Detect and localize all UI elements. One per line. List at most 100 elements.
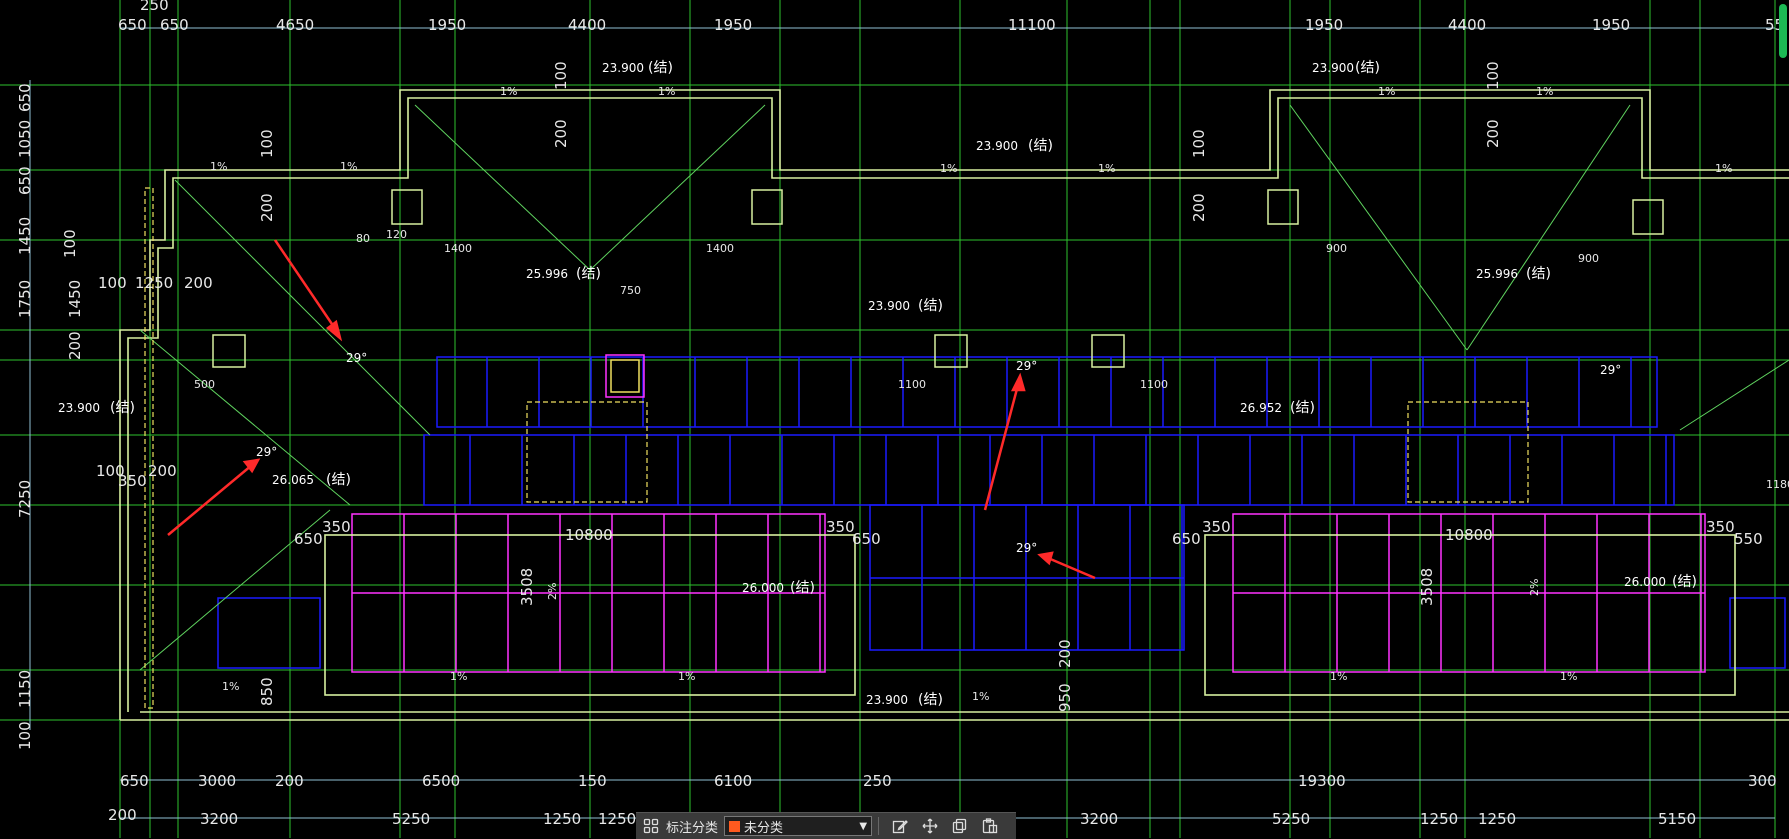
slope-4: 1% bbox=[340, 160, 357, 173]
level-3: 23.900 bbox=[976, 139, 1018, 153]
annotation-category-label: 标注分类 bbox=[666, 820, 719, 836]
dim-200-a: 200 bbox=[184, 274, 213, 292]
level-struct-6: (结) bbox=[1526, 266, 1551, 282]
dim-650-b: 650 bbox=[852, 530, 881, 548]
dim-b2-6: 5250 bbox=[1272, 810, 1310, 828]
vertical-scrollbar[interactable] bbox=[1779, 4, 1787, 58]
dim-1100-b: 1100 bbox=[1140, 378, 1168, 391]
dim-top-0: 650 bbox=[118, 16, 147, 34]
dim-200-d: 200 bbox=[258, 193, 276, 222]
dim-1250: 1250 bbox=[135, 274, 173, 292]
dim-1400-a: 1400 bbox=[444, 242, 472, 255]
dim-950: 950 bbox=[1056, 683, 1074, 712]
dim-top-7: 1950 bbox=[1305, 16, 1343, 34]
level-struct-7: (结) bbox=[110, 400, 135, 416]
slope-3: 1% bbox=[210, 160, 227, 173]
dim-120-a: 120 bbox=[386, 228, 407, 241]
slope-12: 1% bbox=[222, 680, 239, 693]
dim-top-2: 4650 bbox=[276, 16, 314, 34]
slope-2: 1% bbox=[658, 85, 675, 98]
dim-200-e: 200 bbox=[552, 119, 570, 148]
dim-900-b: 900 bbox=[1578, 252, 1599, 265]
dim-350-a: 350 bbox=[118, 472, 147, 490]
annotation-category-value: 未分类 bbox=[744, 820, 784, 836]
level-struct-1: (结) bbox=[648, 60, 673, 76]
dim-1400-b: 1400 bbox=[706, 242, 734, 255]
dim-b2-0: 200 bbox=[108, 806, 137, 824]
slope-13: 1% bbox=[972, 690, 989, 703]
move-icon[interactable] bbox=[919, 815, 941, 837]
edit-icon[interactable] bbox=[889, 815, 911, 837]
pitch-2: 29° bbox=[256, 445, 277, 459]
toolbar-divider bbox=[878, 817, 880, 835]
blue-panels bbox=[217, 356, 1786, 669]
level-2: 23.900 bbox=[1312, 61, 1354, 75]
slope-2pct-1: 2% bbox=[546, 583, 559, 600]
dim-left-10: 100 bbox=[16, 721, 34, 750]
dim-left-0: 650 bbox=[16, 83, 34, 112]
dim-left-4: 1750 bbox=[16, 280, 34, 318]
dim-10800-left: 10800 bbox=[565, 526, 613, 544]
pitch-4: 29° bbox=[1016, 541, 1037, 555]
slope-15: 1% bbox=[1560, 670, 1577, 683]
dim-top-6: 11100 bbox=[1008, 16, 1056, 34]
level-8: 26.065 bbox=[272, 473, 314, 487]
dim-200-f: 200 bbox=[1190, 193, 1208, 222]
dim-350-c: 350 bbox=[826, 518, 855, 536]
level-struct-12: (结) bbox=[918, 692, 943, 708]
dim-100-c: 100 bbox=[258, 129, 276, 158]
chevron-down-icon: ▼ bbox=[859, 820, 868, 832]
dim-900-a: 900 bbox=[1326, 242, 1347, 255]
copy-icon[interactable] bbox=[949, 815, 971, 837]
level-7: 23.900 bbox=[58, 401, 100, 415]
dim-b2-8: 1250 bbox=[1478, 810, 1516, 828]
level-struct-5: (结) bbox=[918, 298, 943, 314]
dim-3508-right: 3508 bbox=[1418, 568, 1436, 606]
dim-top-5: 1950 bbox=[714, 16, 752, 34]
dim-b2-7: 1250 bbox=[1420, 810, 1458, 828]
dim-b2-9: 5150 bbox=[1658, 810, 1696, 828]
dim-b2-1: 3200 bbox=[200, 810, 238, 828]
dim-3508-left: 3508 bbox=[518, 568, 536, 606]
slope-8: 1% bbox=[1536, 85, 1553, 98]
dim-top-4: 4400 bbox=[568, 16, 606, 34]
dim-left-7: 100 bbox=[61, 229, 79, 258]
dim-left-5: 1450 bbox=[66, 280, 84, 318]
dim-200-b: 200 bbox=[148, 462, 177, 480]
slope-2pct-2: 2% bbox=[1528, 579, 1541, 596]
dim-b1-8: 300 bbox=[1748, 772, 1777, 790]
dim-left-2: 650 bbox=[16, 166, 34, 195]
slope-7: 1% bbox=[1378, 85, 1395, 98]
dim-top-3: 1950 bbox=[428, 16, 466, 34]
dim-top-1: 650 bbox=[160, 16, 189, 34]
dim-850: 850 bbox=[258, 677, 276, 706]
level-5: 23.900 bbox=[868, 299, 910, 313]
dim-b2-2: 5250 bbox=[392, 810, 430, 828]
slope-1: 1% bbox=[500, 85, 517, 98]
level-struct-11: (结) bbox=[1672, 574, 1697, 590]
dim-b1-0: 650 bbox=[120, 772, 149, 790]
dim-b2-3: 1250 bbox=[543, 810, 581, 828]
level-4: 25.996 bbox=[526, 267, 568, 281]
dim-100-e: 100 bbox=[1190, 129, 1208, 158]
dim-b2-4: 1250 bbox=[598, 810, 636, 828]
dim-b2-5: 3200 bbox=[1080, 810, 1118, 828]
dim-b1-2: 200 bbox=[275, 772, 304, 790]
dim-10800-right: 10800 bbox=[1445, 526, 1493, 544]
dim-200-g: 200 bbox=[1484, 119, 1502, 148]
dim-100-f: 100 bbox=[1484, 61, 1502, 90]
annotation-category-select[interactable]: 未分类 ▼ bbox=[724, 816, 873, 836]
level-6: 25.996 bbox=[1476, 267, 1518, 281]
level-struct-10: (结) bbox=[790, 580, 815, 596]
paste-icon[interactable] bbox=[979, 815, 1001, 837]
grid-icon[interactable] bbox=[640, 815, 662, 837]
dim-1100-a: 1100 bbox=[898, 378, 926, 391]
interior-dimension-labels: 10800 10800 3508 3508 1250 200 100 100 3… bbox=[96, 61, 1789, 712]
cad-drawing-canvas[interactable]: 650 650 4650 1950 4400 1950 11100 1950 4… bbox=[0, 0, 1789, 838]
top-dimension-labels: 650 650 4650 1950 4400 1950 11100 1950 4… bbox=[118, 0, 1784, 34]
level-struct-2: (结) bbox=[1355, 60, 1380, 76]
columns bbox=[212, 189, 1664, 398]
annotation-toolbar: 标注分类 未分类 ▼ bbox=[636, 812, 1016, 839]
dim-left-3: 1450 bbox=[16, 217, 34, 255]
dim-b1-4: 150 bbox=[578, 772, 607, 790]
